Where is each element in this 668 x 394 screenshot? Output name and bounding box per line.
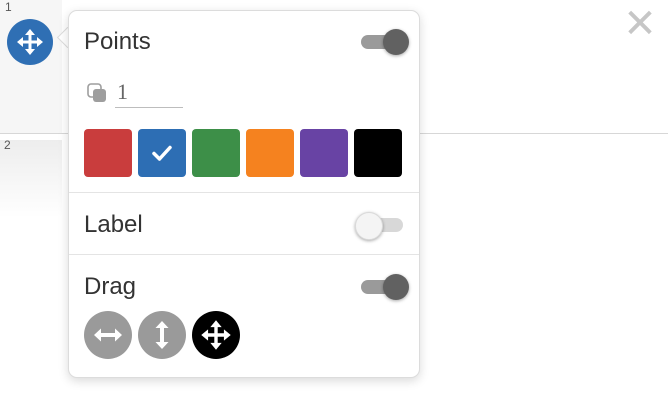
label-title: Label — [84, 211, 143, 238]
drag-toggle-knob — [383, 274, 409, 300]
color-swatch-green[interactable] — [192, 129, 240, 177]
drag-title: Drag — [84, 273, 137, 300]
point-size-icon — [87, 83, 106, 102]
drag-horizontal-button[interactable] — [84, 311, 132, 359]
points-title: Points — [84, 28, 151, 55]
section-divider — [69, 192, 419, 193]
points-toggle[interactable] — [359, 29, 409, 55]
color-swatch-orange[interactable] — [246, 129, 294, 177]
move-arrows-icon — [17, 29, 43, 55]
vertical-arrows-icon — [155, 321, 169, 349]
color-swatch-red[interactable] — [84, 129, 132, 177]
label-toggle[interactable] — [355, 212, 405, 240]
section-divider — [69, 254, 419, 255]
color-swatch-black[interactable] — [354, 129, 402, 177]
color-swatches — [84, 129, 402, 177]
move-arrows-icon — [201, 320, 231, 350]
points-toggle-knob — [383, 29, 409, 55]
color-swatch-blue[interactable] — [138, 129, 186, 177]
close-icon[interactable]: ✕ — [622, 4, 658, 44]
row-number-2: 2 — [4, 138, 11, 152]
drag-both-button[interactable] — [192, 311, 240, 359]
row-style-button[interactable] — [7, 19, 53, 65]
horizontal-arrows-icon — [94, 328, 122, 342]
point-size-input[interactable] — [115, 77, 183, 108]
checkmark-icon — [152, 145, 172, 161]
drag-toggle[interactable] — [359, 274, 409, 300]
row-number-1: 1 — [5, 0, 12, 14]
color-swatch-purple[interactable] — [300, 129, 348, 177]
drag-mode-buttons — [84, 311, 240, 359]
style-popover: Points Label Drag — [68, 10, 420, 378]
drag-vertical-button[interactable] — [138, 311, 186, 359]
label-toggle-knob — [355, 212, 383, 240]
